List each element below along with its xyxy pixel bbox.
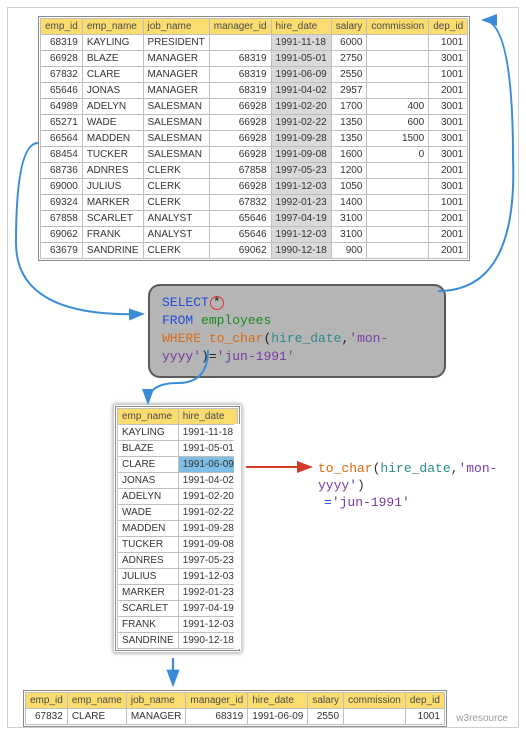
table-row: 69324MARKERCLERK678321992-01-2314001001 <box>41 195 468 211</box>
table-row: KAYLING1991-11-18 <box>118 425 238 441</box>
col-dep_id: dep_id <box>429 19 468 35</box>
table-row: 66564MADDENSALESMAN669281991-09-28135015… <box>41 131 468 147</box>
table-row: 67858SCARLETANALYST656461997-04-19310020… <box>41 211 468 227</box>
diagram-frame: emp_idemp_namejob_namemanager_idhire_dat… <box>7 7 519 728</box>
footer-credit: w3resource <box>456 713 508 724</box>
sql-star: * <box>210 296 224 310</box>
col-emp_id: emp_id <box>26 693 68 709</box>
col-dep_id: dep_id <box>405 693 444 709</box>
table-row: 65646JONASMANAGER683191991-04-0229572001 <box>41 83 468 99</box>
table-row: 68319KAYLINGPRESIDENT1991-11-1860001001 <box>41 35 468 51</box>
table-row: 69000JULIUSCLERK669281991-12-0310503001 <box>41 179 468 195</box>
table-row: ADELYN1991-02-20 <box>118 489 238 505</box>
table-row: 63679SANDRINECLERK690621990-12-189002001 <box>41 243 468 259</box>
sql-val: 'jun-1991' <box>217 349 295 364</box>
table-row: CLARE1991-06-09 <box>118 457 238 473</box>
table-row: JULIUS1991-12-03 <box>118 569 238 585</box>
table-row: MADDEN1991-09-28 <box>118 521 238 537</box>
table-row: TUCKER1991-09-08 <box>118 537 238 553</box>
table-row: WADE1991-02-22 <box>118 505 238 521</box>
col-job_name: job_name <box>143 19 209 35</box>
col-commission: commission <box>367 19 429 35</box>
sql-col: hire_date <box>271 331 341 346</box>
sql-from-kw: FROM <box>162 313 193 328</box>
sql-where-kw: WHERE <box>162 331 201 346</box>
col-emp_name: emp_name <box>67 693 126 709</box>
col-manager_id: manager_id <box>209 19 271 35</box>
table-row: 67832CLAREMANAGER683191991-06-0925501001 <box>41 67 468 83</box>
col-salary: salary <box>331 19 367 35</box>
expr-func: to_char <box>318 461 373 476</box>
sql-eq: = <box>209 349 217 364</box>
table-row: ADNRES1997-05-23 <box>118 553 238 569</box>
sql-close: ) <box>201 349 209 364</box>
col-emp_id: emp_id <box>41 19 83 35</box>
table-row: 65271WADESALESMAN669281991-02-2213506003… <box>41 115 468 131</box>
sql-select-kw: SELECT <box>162 295 209 310</box>
table-row: 68736ADNRESCLERK678581997-05-2312002001 <box>41 163 468 179</box>
expr-eq: = <box>324 495 332 510</box>
table-row: 66928BLAZEMANAGER683191991-05-0127503001 <box>41 51 468 67</box>
expr-close: ) <box>357 478 365 493</box>
table-row: 64989ADELYNSALESMAN669281991-02-20170040… <box>41 99 468 115</box>
table-row: 68454TUCKERSALESMAN669281991-09-08160003… <box>41 147 468 163</box>
table-row: MARKER1992-01-23 <box>118 585 238 601</box>
table-row: 69062FRANKANALYST656461991-12-0331002001 <box>41 227 468 243</box>
col-commission: commission <box>344 693 406 709</box>
col-hire_date: hire_date <box>178 409 238 425</box>
sql-table: employees <box>201 313 271 328</box>
table-row: 67832CLAREMANAGER683191991-06-0925501001 <box>26 709 445 725</box>
sql-func: to_char <box>209 331 264 346</box>
table-row: JONAS1991-04-02 <box>118 473 238 489</box>
sql-query-box: SELECT* FROM employees WHERE to_char(hir… <box>148 284 446 378</box>
col-emp_name: emp_name <box>118 409 179 425</box>
result-table: emp_idemp_namejob_namemanager_idhire_dat… <box>23 690 447 727</box>
table-row: BLAZE1991-05-01 <box>118 441 238 457</box>
filter-expression: to_char(hire_date,'mon-yyyy') ='jun-1991… <box>318 460 518 511</box>
expr-col: hire_date <box>380 461 450 476</box>
table-row: FRANK1991-12-03 <box>118 617 238 633</box>
table-row: SANDRINE1990-12-18 <box>118 633 238 649</box>
col-manager_id: manager_id <box>186 693 248 709</box>
col-emp_name: emp_name <box>82 19 143 35</box>
expr-val: 'jun-1991' <box>332 495 410 510</box>
col-hire_date: hire_date <box>248 693 308 709</box>
col-hire_date: hire_date <box>271 19 331 35</box>
col-job_name: job_name <box>126 693 186 709</box>
employees-table: emp_idemp_namejob_namemanager_idhire_dat… <box>38 16 470 261</box>
projection-table: emp_namehire_dateKAYLING1991-11-18BLAZE1… <box>115 406 240 651</box>
table-row: SCARLET1997-04-19 <box>118 601 238 617</box>
col-salary: salary <box>308 693 344 709</box>
